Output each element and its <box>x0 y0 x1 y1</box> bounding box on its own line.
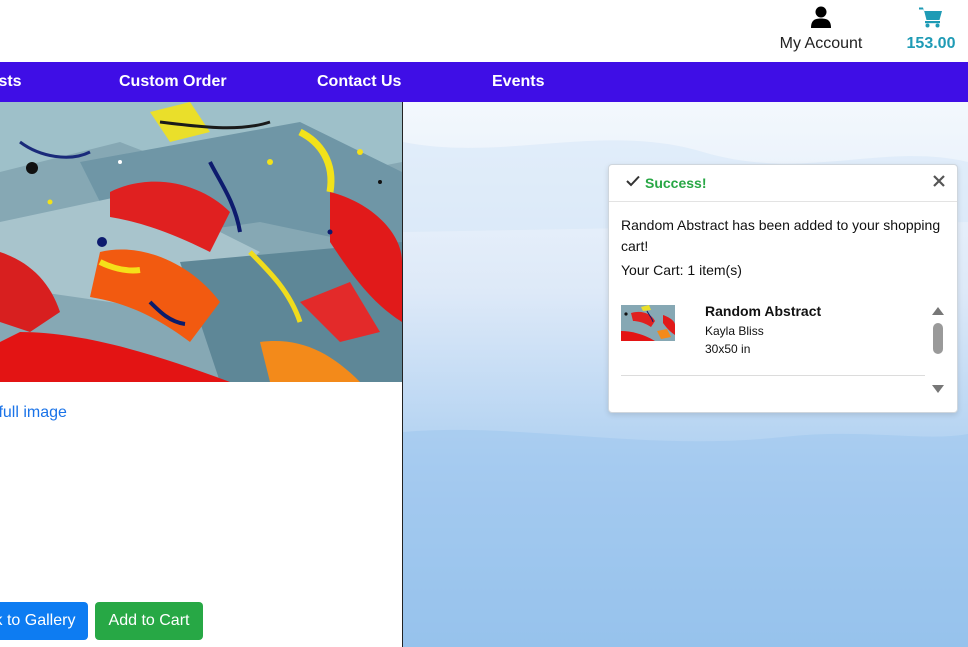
scroll-down-arrow-icon[interactable] <box>931 383 945 395</box>
back-to-gallery-button[interactable]: k to Gallery <box>0 602 88 640</box>
top-header: My Account 153.00 <box>0 0 968 62</box>
cart-item-size: 30x50 in <box>705 342 751 356</box>
cart-scrollbar[interactable] <box>931 305 945 397</box>
cart-summary: Your Cart: 1 item(s) <box>621 262 742 278</box>
check-icon <box>626 175 640 187</box>
close-icon[interactable] <box>931 173 947 189</box>
artwork-panel: v full image k to Gallery Add to Cart <box>0 102 403 647</box>
cart-total: 153.00 <box>906 35 956 52</box>
shopping-cart-icon <box>919 7 942 28</box>
cart-item-name: Random Abstract <box>705 303 822 319</box>
cart-item-artist: Kayla Bliss <box>705 324 764 338</box>
toast-message: Random Abstract has been added to your s… <box>621 217 941 254</box>
cart-item[interactable]: Random Abstract Kayla Bliss 30x50 in <box>621 303 925 376</box>
main-nav: ists Custom Order Contact Us Events <box>0 62 968 102</box>
scrollbar-thumb[interactable] <box>933 323 943 354</box>
toast-header: Success! <box>609 165 957 202</box>
nav-item-artists[interactable]: ists <box>0 62 22 102</box>
nav-item-contact-us[interactable]: Contact Us <box>317 62 401 102</box>
toast-title: Success! <box>645 175 707 191</box>
nav-item-events[interactable]: Events <box>492 62 544 102</box>
view-full-image-link[interactable]: v full image <box>0 404 67 422</box>
cart-item-thumbnail <box>621 305 675 341</box>
cart-link[interactable]: 153.00 <box>898 6 964 53</box>
artwork-image[interactable] <box>0 102 402 382</box>
scroll-up-arrow-icon[interactable] <box>931 305 945 317</box>
cart-success-toast: Success! Random Abstract has been added … <box>608 164 958 413</box>
my-account-link[interactable]: My Account <box>772 6 870 53</box>
my-account-label: My Account <box>779 35 863 52</box>
user-icon <box>811 6 831 28</box>
nav-item-custom-order[interactable]: Custom Order <box>119 62 227 102</box>
add-to-cart-button[interactable]: Add to Cart <box>95 602 203 640</box>
